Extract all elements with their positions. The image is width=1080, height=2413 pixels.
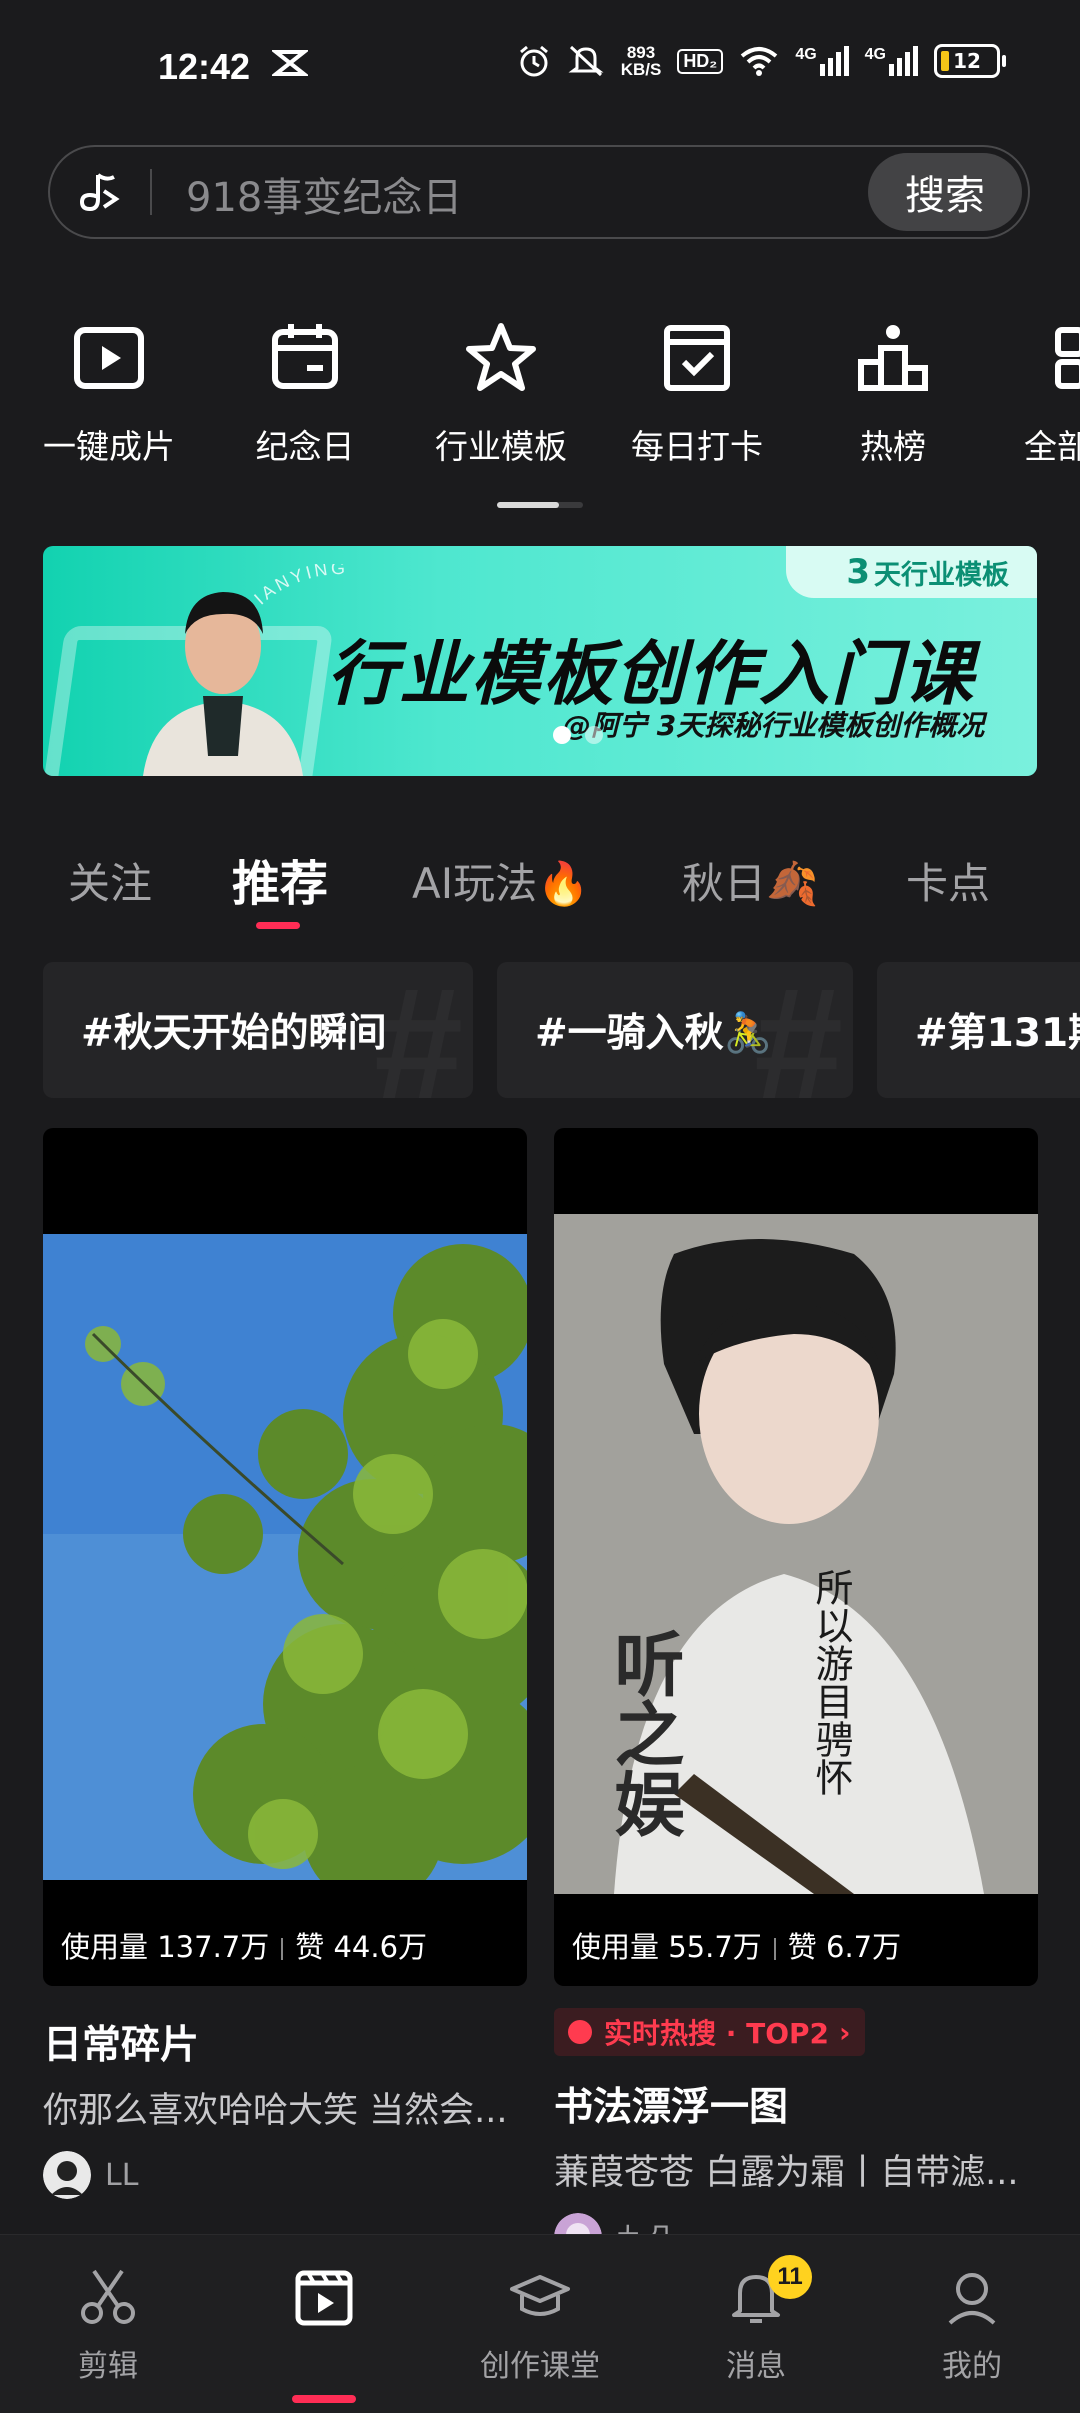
hot-search-badge[interactable]: 实时热搜 · TOP2 › bbox=[554, 2008, 865, 2056]
search-button[interactable]: 搜索 bbox=[868, 153, 1022, 231]
card-description: 你那么喜欢哈哈大笑 当然会... bbox=[43, 2091, 508, 2131]
graduation-cap-icon bbox=[510, 2275, 570, 2316]
tab-active-indicator bbox=[256, 922, 300, 929]
user-icon bbox=[948, 2273, 996, 2325]
topic-chip[interactable]: # #一骑入秋🚴 bbox=[497, 962, 853, 1098]
scissors-icon bbox=[81, 2269, 135, 2324]
mute-bell-icon bbox=[568, 45, 604, 77]
tab-autumn[interactable]: 秋日🍂 bbox=[682, 850, 818, 911]
calendar-icon bbox=[272, 324, 338, 389]
hd-voice-icon: HD₂ bbox=[677, 48, 724, 74]
search-divider bbox=[150, 169, 152, 215]
quick-entry-all[interactable]: 全部 bbox=[1000, 318, 1080, 468]
signal-4g-1-icon: 4G bbox=[795, 46, 849, 76]
tab-recommend[interactable]: 推荐 bbox=[232, 844, 328, 914]
template-icon bbox=[295, 2270, 353, 2326]
quick-entry-anniversary[interactable]: 纪念日 bbox=[220, 318, 390, 468]
card-description: 蒹葭苍苍 白露为霜丨自带滤... bbox=[554, 2153, 1019, 2193]
banner-subtitle: @阿宁 3天探秘行业模板创作概况 bbox=[563, 709, 985, 742]
status-icons: 893 KB/S HD₂ 4G 4G 12 bbox=[517, 43, 1006, 79]
category-tabs: 关注 推荐 AI玩法🔥 秋日🍂 卡点 bbox=[0, 840, 1080, 930]
bottom-navigation: 剪辑 创作课堂 11 消息 我的 bbox=[0, 2234, 1080, 2413]
card-title: 书法漂浮一图 bbox=[554, 2085, 789, 2130]
overlay-calligraphy-big: 听之娱 bbox=[603, 1628, 686, 1838]
signal-4g-2-icon: 4G bbox=[865, 46, 918, 76]
instructor-avatar bbox=[143, 592, 303, 776]
overlay-calligraphy-text: 所以游目骋怀 bbox=[809, 1568, 853, 1796]
card-title: 日常碎片 bbox=[43, 2023, 200, 2068]
nav-templates[interactable] bbox=[216, 2265, 432, 2403]
promo-banner[interactable]: LIVE JIANYING 3天行业模板 行业模板创作入门课 @阿宁 3天探秘行… bbox=[43, 546, 1037, 776]
status-time: 12:42 bbox=[158, 46, 251, 87]
check-calendar-icon bbox=[664, 325, 730, 391]
battery-icon: 12 bbox=[934, 44, 1006, 78]
quick-entry-daily-checkin[interactable]: 每日打卡 bbox=[612, 318, 782, 468]
clock-icon bbox=[568, 2020, 592, 2044]
search-bar[interactable]: 918事变纪念日 搜索 bbox=[48, 145, 1030, 239]
search-input[interactable]: 918事变纪念日 bbox=[186, 165, 462, 223]
tab-beat-sync[interactable]: 卡点 bbox=[906, 850, 990, 911]
podium-icon bbox=[858, 325, 928, 391]
template-thumbnail[interactable]: 使用量 137.7万赞 44.6万 bbox=[43, 1128, 527, 1986]
card-author[interactable]: LL bbox=[43, 2151, 527, 2199]
usage-stats: 使用量 137.7万赞 44.6万 bbox=[61, 1930, 428, 1964]
alarm-icon bbox=[519, 45, 548, 77]
banner-dot bbox=[585, 726, 603, 744]
play-square-icon bbox=[74, 327, 144, 389]
app-notification-icon bbox=[272, 50, 308, 76]
topic-chip[interactable]: #第131期 bbox=[877, 962, 1080, 1098]
chevron-right-icon: › bbox=[839, 2015, 851, 2049]
template-card[interactable]: 使用量 137.7万赞 44.6万 日常碎片 你那么喜欢哈哈大笑 当然会... … bbox=[43, 1128, 527, 2199]
tab-ai-play[interactable]: AI玩法🔥 bbox=[412, 850, 589, 911]
banner-tag: 3 天行业模板 bbox=[786, 546, 1037, 598]
tab-follow[interactable]: 关注 bbox=[68, 850, 152, 911]
banner-pager bbox=[553, 726, 603, 744]
grid-icon bbox=[1055, 327, 1080, 389]
nav-creator-class[interactable]: 创作课堂 bbox=[432, 2265, 648, 2385]
template-card[interactable]: 所以游目骋怀 听之娱 使用量 55.7万赞 6.7万 实时热搜 · TOP2 › … bbox=[554, 1128, 1038, 2261]
avatar bbox=[43, 2151, 91, 2199]
quick-entry-one-click[interactable]: 一键成片 bbox=[24, 318, 194, 468]
template-thumbnail[interactable]: 所以游目骋怀 听之娱 使用量 55.7万赞 6.7万 bbox=[554, 1128, 1038, 1986]
quick-entry-pager bbox=[497, 502, 583, 508]
status-bar: 12:42 893 KB/S HD₂ 4G 4G 12 bbox=[0, 0, 1080, 140]
banner-dot-active bbox=[553, 726, 571, 744]
quick-entries: 一键成片 纪念日 行业模板 每日打卡 热榜 全部 bbox=[0, 318, 1080, 478]
nav-messages[interactable]: 11 消息 bbox=[648, 2255, 864, 2385]
quick-entry-industry-templates[interactable]: 行业模板 bbox=[416, 318, 586, 468]
topic-chip[interactable]: # #秋天开始的瞬间 bbox=[43, 962, 473, 1098]
usage-stats: 使用量 55.7万赞 6.7万 bbox=[572, 1930, 902, 1964]
nav-active-indicator bbox=[292, 2395, 356, 2403]
quick-entry-hot-list[interactable]: 热榜 bbox=[808, 318, 978, 468]
nav-profile[interactable]: 我的 bbox=[864, 2265, 1080, 2385]
sky-tree-image bbox=[43, 1234, 527, 1880]
message-count-badge: 11 bbox=[768, 2255, 812, 2299]
hash-watermark-icon: # bbox=[374, 962, 463, 1098]
wifi-icon bbox=[741, 47, 778, 76]
net-speed: 893 KB/S bbox=[620, 43, 662, 79]
capcut-logo-icon bbox=[79, 173, 120, 212]
star-icon bbox=[466, 323, 536, 391]
nav-edit[interactable]: 剪辑 bbox=[0, 2265, 216, 2385]
